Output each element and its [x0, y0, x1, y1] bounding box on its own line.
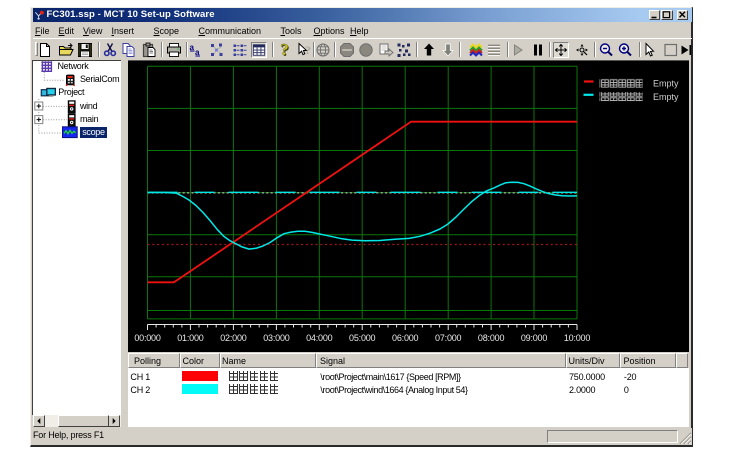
svg-text:02:000: 02:000 [220, 333, 247, 343]
svg-text:04:000: 04:000 [306, 333, 333, 343]
svg-text:10:000: 10:000 [564, 333, 591, 343]
svg-text:06:000: 06:000 [392, 333, 419, 343]
svg-text:Empty: Empty [653, 92, 679, 102]
svg-text:03:000: 03:000 [263, 333, 290, 343]
svg-text:07:000: 07:000 [435, 333, 462, 343]
svg-text:09:000: 09:000 [521, 333, 548, 343]
svg-text:01:000: 01:000 [177, 333, 204, 343]
svg-text:05:000: 05:000 [349, 333, 376, 343]
svg-text:?: ? [280, 42, 289, 58]
svg-text:00:000: 00:000 [134, 333, 161, 343]
svg-text:08:000: 08:000 [478, 333, 505, 343]
svg-text:Empty: Empty [653, 79, 679, 89]
